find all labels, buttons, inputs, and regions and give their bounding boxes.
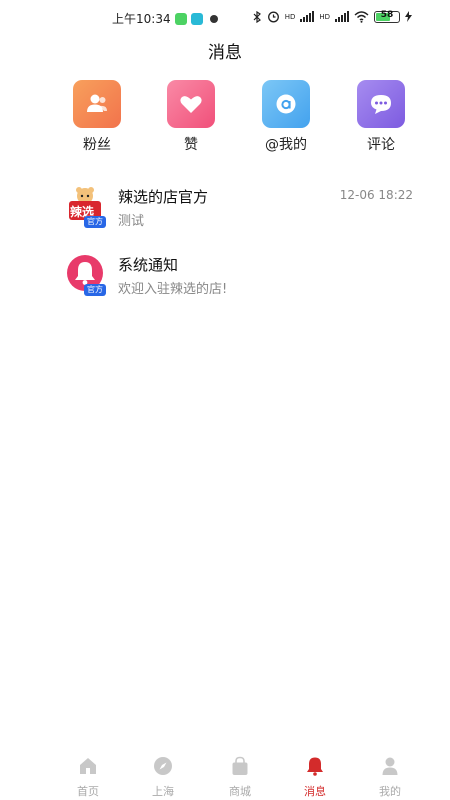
shortcut-label: 评论: [367, 137, 395, 153]
status-left: 上午10:34: [112, 10, 218, 27]
fans-icon: [87, 94, 107, 112]
shortcut-mentions[interactable]: @我的: [251, 80, 321, 154]
user-icon: [382, 757, 398, 775]
app-notification-icon: [174, 12, 187, 25]
shortcut-comments[interactable]: 评论: [346, 80, 416, 154]
official-badge: 官方: [84, 216, 106, 228]
battery-level: 58: [380, 9, 394, 20]
app-notification-icon: [190, 12, 203, 25]
mentions-tile[interactable]: [262, 80, 310, 128]
bag-icon: [232, 756, 248, 775]
battery-icon: 58: [374, 9, 400, 23]
network-type-label: HD: [284, 12, 296, 21]
compass-icon: [154, 757, 172, 775]
shortcut-likes[interactable]: 赞: [156, 80, 226, 154]
official-badge: 官方: [84, 284, 106, 296]
message-item-official[interactable]: 辣选 官方 辣选的店官方 12-06 18:22 测试: [0, 186, 450, 244]
wifi-icon: [354, 10, 369, 23]
fans-tile[interactable]: [73, 80, 121, 128]
comment-icon: [371, 95, 391, 114]
signal-icon: [335, 11, 349, 22]
tab-home[interactable]: 首页: [58, 756, 118, 799]
message-item-system[interactable]: 官方 系统通知 欢迎入驻辣选的店!: [0, 254, 450, 312]
message-time: 12-06 18:22: [339, 188, 413, 202]
tab-label: 消息: [304, 785, 326, 798]
message-preview: 测试: [118, 214, 145, 229]
status-bar: 上午10:34 HD HD 58: [0, 0, 450, 36]
message-title: 辣选的店官方: [118, 188, 209, 206]
bell-icon: [307, 757, 323, 776]
message-category-shortcuts: 粉丝 赞 @我的 评论: [0, 80, 450, 160]
bluetooth-icon: [253, 10, 261, 23]
tab-label: 我的: [379, 785, 401, 798]
tab-messages[interactable]: 消息: [285, 756, 345, 799]
at-icon: [276, 94, 296, 114]
tab-city[interactable]: 上海: [133, 756, 193, 799]
tab-mall[interactable]: 商城: [210, 756, 270, 799]
shortcut-label: @我的: [265, 137, 307, 153]
system-notice-avatar: 官方: [66, 254, 106, 296]
shortcut-label: 粉丝: [83, 137, 111, 153]
home-icon: [80, 758, 96, 774]
tab-label: 首页: [77, 785, 99, 798]
tab-label: 商城: [229, 785, 251, 798]
page-title: 消息: [208, 43, 242, 63]
shortcut-fans[interactable]: 粉丝: [62, 80, 132, 154]
tab-profile[interactable]: 我的: [360, 756, 420, 799]
comments-tile[interactable]: [357, 80, 405, 128]
status-right: HD HD 58: [252, 10, 412, 23]
tab-label: 上海: [152, 785, 174, 798]
charging-icon: [405, 11, 412, 22]
network-type-label: HD: [319, 12, 330, 21]
notification-dot-icon: [209, 14, 218, 23]
signal-icon: [300, 11, 315, 22]
heart-icon: [180, 96, 202, 113]
alarm-icon: [267, 11, 279, 23]
shortcut-label: 赞: [184, 137, 198, 153]
message-preview: 欢迎入驻辣选的店!: [118, 282, 228, 297]
message-title: 系统通知: [118, 256, 179, 274]
bottom-tab-bar: 首页 上海 商城 消息 我的: [0, 756, 450, 800]
official-store-avatar: 辣选 官方: [66, 186, 106, 228]
status-time: 上午10:34: [112, 12, 171, 26]
likes-tile[interactable]: [167, 80, 215, 128]
